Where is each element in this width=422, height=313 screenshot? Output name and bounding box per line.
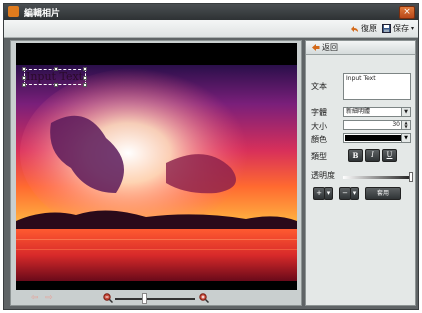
edit-photo-window: 編輯相片 × 復原 保存 ▾ Input Text ⇦ ⇨ 返回 文本 Inpu…: [3, 3, 419, 310]
text-label: 文本: [311, 82, 327, 91]
window-title: 編輯相片: [24, 9, 61, 19]
stepper-arrows-icon[interactable]: ▲ ▼: [401, 121, 410, 129]
text-overlay[interactable]: Input Text: [22, 67, 87, 87]
photo-canvas[interactable]: Input Text: [16, 43, 297, 290]
photo-pane: Input Text ⇦ ⇨: [10, 40, 302, 306]
app-icon: [8, 6, 19, 17]
color-picker[interactable]: ▼: [343, 133, 411, 143]
font-select[interactable]: 新細明體 ▼: [343, 107, 411, 117]
resize-handle[interactable]: [83, 83, 87, 87]
undo-icon: [351, 25, 358, 32]
toolbar: 復原 保存 ▾: [4, 20, 418, 38]
rotate-right-icon[interactable]: ⇨: [45, 293, 55, 303]
resize-handle[interactable]: [22, 67, 26, 71]
bold-button[interactable]: B: [348, 149, 363, 162]
opacity-slider-track[interactable]: [343, 176, 411, 179]
resize-handle[interactable]: [83, 76, 87, 80]
resize-handle[interactable]: [54, 83, 58, 87]
resize-handle[interactable]: [83, 67, 87, 71]
underline-button[interactable]: U: [382, 149, 397, 162]
resize-handle[interactable]: [22, 76, 26, 80]
italic-button[interactable]: I: [365, 149, 380, 162]
save-label: 保存: [392, 24, 409, 33]
chevron-down-icon[interactable]: ▼: [401, 108, 410, 116]
back-button[interactable]: 返回: [306, 41, 415, 55]
text-input[interactable]: Input Text: [343, 73, 411, 100]
opacity-label: 透明度: [311, 171, 335, 180]
font-value: 新細明體: [346, 108, 371, 115]
zoom-in-icon[interactable]: [199, 293, 209, 303]
size-value: 30: [392, 121, 400, 128]
zoom-out-icon[interactable]: [103, 293, 113, 303]
zoom-slider-track[interactable]: [115, 298, 195, 300]
chevron-down-icon[interactable]: ▼: [401, 134, 410, 142]
text-properties-panel: 返回 文本 Input Text 字體 新細明體 ▼ 大小 30 ▲ ▼ 顏色 ▼…: [305, 40, 416, 306]
photo-controls: ⇦ ⇨: [11, 291, 301, 305]
color-swatch: [345, 135, 402, 141]
style-label: 類型: [311, 152, 327, 161]
font-label: 字體: [311, 108, 327, 117]
close-button[interactable]: ×: [399, 6, 415, 19]
undo-button[interactable]: 復原: [350, 23, 377, 34]
overlay-text: Input Text: [26, 70, 84, 83]
resize-handle[interactable]: [54, 67, 58, 71]
resize-handle[interactable]: [22, 83, 26, 87]
apply-button[interactable]: 套用: [365, 187, 401, 200]
save-button[interactable]: 保存 ▾: [381, 23, 414, 34]
chevron-down-icon[interactable]: ▾: [324, 187, 333, 200]
back-label: 返回: [322, 43, 338, 52]
save-icon: [381, 24, 391, 33]
chevron-down-icon[interactable]: ▾: [350, 187, 359, 200]
size-stepper[interactable]: 30 ▲ ▼: [343, 120, 411, 130]
rotate-left-icon[interactable]: ⇦: [31, 293, 41, 303]
back-arrow-icon: [312, 44, 320, 51]
zoom-slider-thumb[interactable]: [142, 293, 148, 304]
undo-label: 復原: [361, 24, 377, 33]
color-label: 顏色: [311, 135, 327, 144]
opacity-slider-thumb[interactable]: [409, 172, 413, 182]
title-bar: 編輯相片 ×: [4, 4, 418, 20]
size-label: 大小: [311, 122, 327, 131]
save-dropdown-icon[interactable]: ▾: [411, 23, 414, 34]
